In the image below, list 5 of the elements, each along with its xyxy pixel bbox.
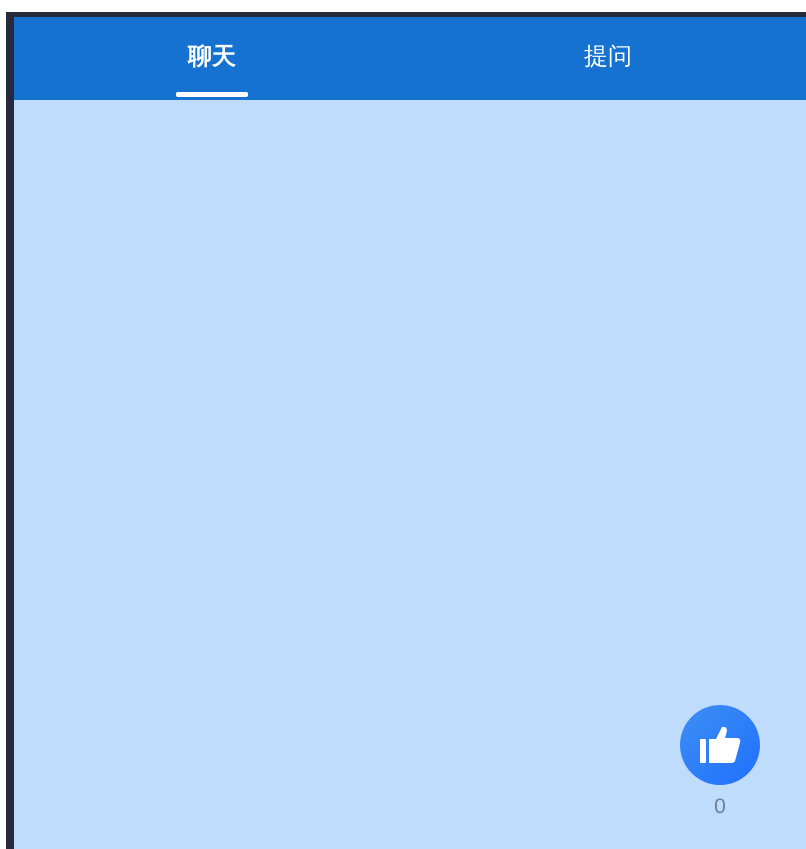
tab[interactable]: 聊天	[14, 17, 410, 100]
tab-indicator	[176, 92, 248, 97]
tab[interactable]: 提问	[410, 17, 806, 100]
thumbs-up-icon	[698, 725, 742, 765]
like-count: 0	[714, 795, 726, 819]
